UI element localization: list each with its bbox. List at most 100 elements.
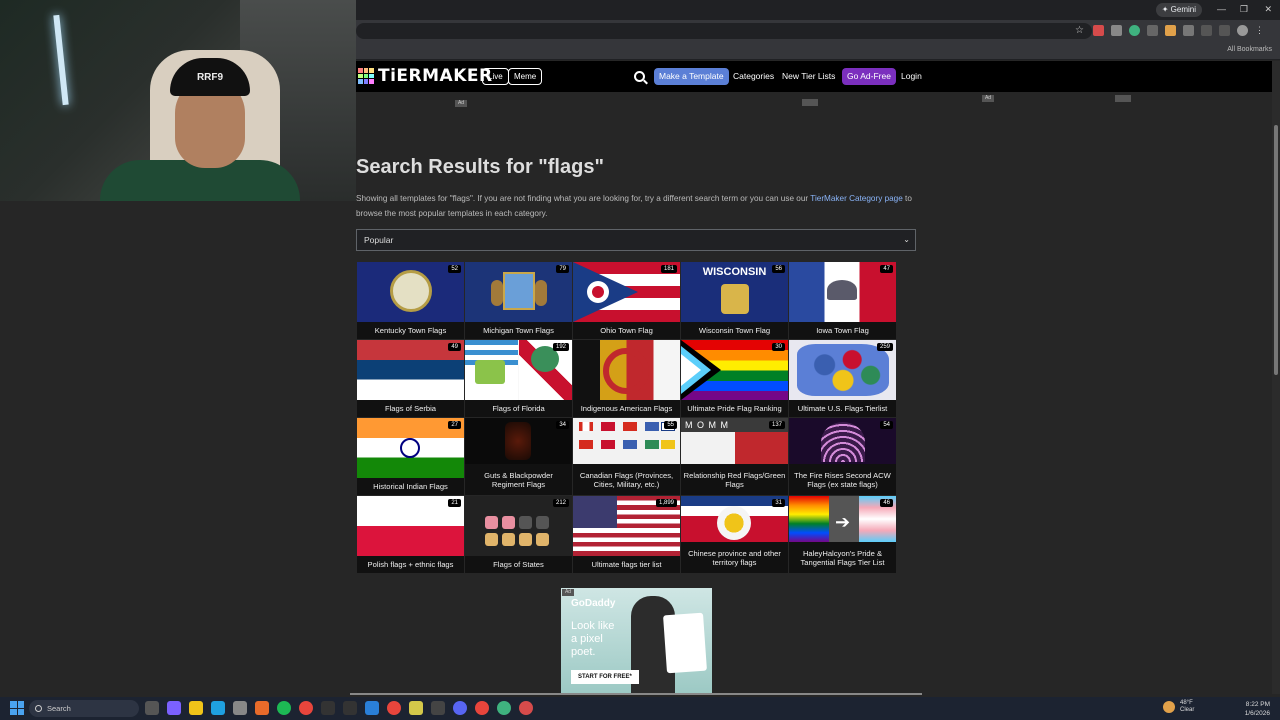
store-icon[interactable] (233, 701, 247, 715)
card-title: Relationship Red Flags/Green Flags (681, 464, 788, 495)
ad-marker: Ad (562, 589, 574, 596)
extension-icon[interactable] (1129, 25, 1140, 36)
tiermaker-logo[interactable]: TiERMAKER (358, 66, 493, 86)
nav-live-button[interactable]: Live (482, 68, 509, 85)
card-count-badge: 55 (664, 421, 677, 429)
nav-login-link[interactable]: Login (901, 71, 922, 81)
scrollbar[interactable] (1272, 61, 1280, 694)
sidebar-icon[interactable] (1201, 25, 1212, 36)
category-page-link[interactable]: TierMaker Category page (810, 194, 903, 203)
horizontal-scrollbar[interactable] (350, 693, 922, 695)
card-title: Ultimate flags tier list (573, 556, 680, 573)
app-icon[interactable] (365, 701, 379, 715)
chrome-icon[interactable] (387, 701, 401, 715)
avatar[interactable] (1237, 25, 1248, 36)
extension-icon[interactable] (1111, 25, 1122, 36)
app-icon[interactable] (409, 701, 423, 715)
downloads-icon[interactable] (1219, 25, 1230, 36)
template-card[interactable]: Indigenous American Flags (573, 340, 680, 417)
template-card[interactable]: WISCONSIN 56 Wisconsin Town Flag (681, 262, 788, 339)
template-card[interactable]: 47 Iowa Town Flag (789, 262, 896, 339)
spotify-icon[interactable] (277, 701, 291, 715)
maximize-icon[interactable]: ❐ (1240, 4, 1248, 15)
template-grid: 52 Kentucky Town Flags 79 Michigan Town … (357, 262, 897, 573)
card-count-badge: 137 (768, 421, 785, 429)
template-card[interactable]: 27 Historical Indian Flags (357, 418, 464, 495)
advertisement[interactable]: Ad GoDaddy Look like a pixel poet. START… (561, 588, 712, 694)
make-template-button[interactable]: Make a Template (654, 68, 729, 85)
card-count-badge: 21 (448, 499, 461, 507)
card-count-badge: 79 (556, 265, 569, 273)
scrollbar-thumb[interactable] (1274, 125, 1278, 375)
extension-icon[interactable] (1093, 25, 1104, 36)
app-icon[interactable] (519, 701, 533, 715)
file-explorer-icon[interactable] (189, 701, 203, 715)
template-card[interactable]: 54 The Fire Rises Second ACW Flags (ex s… (789, 418, 896, 495)
address-bar[interactable] (356, 23, 1092, 39)
ad-marker: Ad (455, 100, 467, 107)
windows-start-icon[interactable] (10, 701, 24, 715)
chrome-icon[interactable] (475, 701, 489, 715)
card-title: The Fire Rises Second ACW Flags (ex stat… (789, 464, 896, 495)
ad-cta-button[interactable]: START FOR FREE* (571, 670, 639, 684)
nav-meme-button[interactable]: Meme (508, 68, 543, 85)
template-card[interactable]: 192 Flags of Florida (465, 340, 572, 417)
extension-icon[interactable] (1147, 25, 1158, 36)
capcut-icon[interactable] (343, 701, 357, 715)
template-card[interactable]: 212 Flags of States (465, 496, 572, 573)
card-title: Chinese province and other territory fla… (681, 542, 788, 573)
obs-icon[interactable] (431, 701, 445, 715)
template-card[interactable]: 259 Ultimate U.S. Flags Tierlist (789, 340, 896, 417)
card-title: HaleyHalcyon's Pride & Tangential Flags … (789, 542, 896, 573)
copilot-icon[interactable] (167, 701, 181, 715)
weather-widget[interactable]: 48°F Clear (1180, 700, 1194, 714)
sort-selected-value: Popular (364, 235, 394, 245)
card-count-badge: 46 (880, 499, 893, 507)
app-icon[interactable] (497, 701, 511, 715)
gemini-button[interactable]: ✦ Gemini (1155, 3, 1202, 17)
taskbar: Search 48°F Clear 8:22 PM 1/6/2026 (0, 697, 1280, 720)
close-icon[interactable]: ✕ (1264, 4, 1272, 15)
edge-icon[interactable] (211, 701, 225, 715)
weather-icon[interactable] (1163, 701, 1175, 713)
ad-marker (1115, 95, 1131, 102)
brave-icon[interactable] (255, 701, 269, 715)
terminal-icon[interactable] (321, 701, 335, 715)
nav-categories-link[interactable]: Categories (733, 71, 774, 81)
discord-icon[interactable] (453, 701, 467, 715)
system-clock[interactable]: 8:22 PM 1/6/2026 (1245, 700, 1270, 718)
all-bookmarks-button[interactable]: All Bookmarks (1227, 46, 1272, 53)
chrome-icon[interactable] (299, 701, 313, 715)
minimize-icon[interactable]: — (1217, 4, 1226, 14)
template-card[interactable]: 34 Guts & Blackpowder Regiment Flags (465, 418, 572, 495)
extension-icon[interactable] (1165, 25, 1176, 36)
template-card[interactable]: 30 Ultimate Pride Flag Ranking (681, 340, 788, 417)
template-card[interactable]: M O M M 137 Relationship Red Flags/Green… (681, 418, 788, 495)
card-title: Polish flags + ethnic flags (357, 556, 464, 573)
star-icon[interactable]: ☆ (1075, 25, 1086, 36)
task-view-icon[interactable] (145, 701, 159, 715)
card-title: Flags of States (465, 556, 572, 573)
template-card[interactable]: 79 Michigan Town Flags (465, 262, 572, 339)
card-title: Historical Indian Flags (357, 478, 464, 495)
template-card[interactable]: 181 Ohio Town Flag (573, 262, 680, 339)
puzzle-icon[interactable] (1183, 25, 1194, 36)
template-card[interactable]: 49 Flags of Serbia (357, 340, 464, 417)
taskbar-apps (145, 701, 533, 715)
go-ad-free-button[interactable]: Go Ad-Free (842, 68, 896, 85)
template-card[interactable]: 31 Chinese province and other territory … (681, 496, 788, 573)
template-card[interactable]: 52 Kentucky Town Flags (357, 262, 464, 339)
template-card[interactable]: 21 Polish flags + ethnic flags (357, 496, 464, 573)
ad-copy: Look like a pixel poet. (571, 620, 615, 658)
sort-dropdown[interactable]: Popular ⌄ (356, 229, 916, 251)
kebab-menu-icon[interactable]: ⋮ (1255, 25, 1266, 36)
card-count-badge: 192 (552, 343, 569, 351)
ad-laptop-image (663, 612, 707, 674)
nav-new-tier-lists-link[interactable]: New Tier Lists (782, 71, 835, 81)
template-card[interactable]: 1,899 Ultimate flags tier list (573, 496, 680, 573)
template-card[interactable]: ➔ 46 HaleyHalcyon's Pride & Tangential F… (789, 496, 896, 573)
taskbar-search[interactable]: Search (29, 700, 139, 717)
search-icon[interactable] (634, 71, 645, 82)
card-count-badge: 31 (772, 499, 785, 507)
template-card[interactable]: 55 Canadian Flags (Provinces, Cities, Mi… (573, 418, 680, 495)
